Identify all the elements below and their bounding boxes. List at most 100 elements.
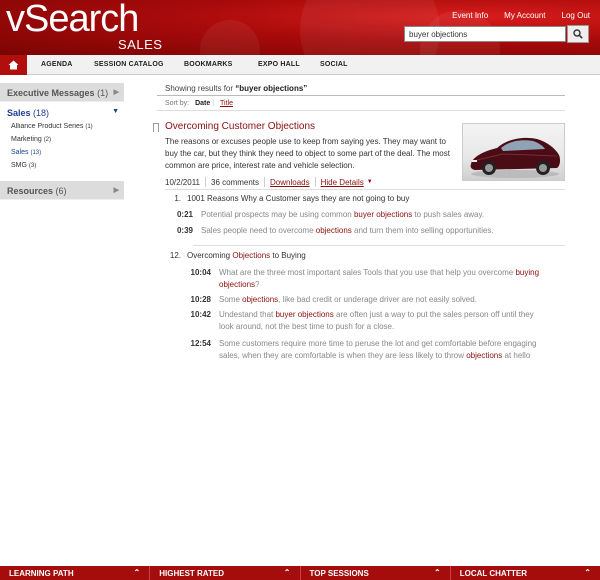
logo-sub: SALES bbox=[118, 37, 163, 52]
segment-time: 0:21 bbox=[176, 210, 193, 219]
log-out-link[interactable]: Log Out bbox=[562, 11, 590, 20]
search-input[interactable] bbox=[404, 26, 566, 42]
nav-bookmarks[interactable]: BOOKMARKS bbox=[184, 61, 232, 68]
segment-highlight: buyer objections bbox=[353, 210, 413, 219]
sidebar-item-label: Sales bbox=[7, 108, 31, 118]
logo-main: vSearch bbox=[6, 0, 139, 40]
segment-text: Sales people need to overcome bbox=[201, 226, 316, 235]
separator bbox=[264, 177, 266, 187]
sidebar-item-resources[interactable]: Resources (6) ▶ bbox=[0, 181, 124, 200]
main-nav: AGENDA SESSION CATALOG BOOKMARKS EXPO HA… bbox=[0, 55, 600, 75]
divider bbox=[157, 95, 565, 96]
sidebar-subitem-label: Alliance Product Series bbox=[11, 123, 84, 130]
segment-highlight: objections bbox=[315, 226, 352, 235]
item-title: Overcoming bbox=[187, 251, 233, 260]
segment-time: 0:39 bbox=[176, 226, 193, 235]
comments-count[interactable]: 36 comments bbox=[211, 178, 259, 187]
separator bbox=[205, 177, 206, 187]
divider bbox=[193, 245, 565, 246]
chevron-right-icon: ▶ bbox=[113, 89, 119, 96]
segment-highlight: objections bbox=[466, 351, 503, 360]
sidebar-item-label: Resources bbox=[7, 186, 54, 196]
home-button[interactable] bbox=[0, 55, 27, 75]
segment-highlight: buyer objections bbox=[275, 310, 334, 319]
sort-by-date[interactable]: Date bbox=[195, 100, 210, 107]
segment-time: 10:28 bbox=[190, 295, 211, 304]
footer-bar: LEARNING PATH ⌃ HIGHEST RATED ⌃ TOP SESS… bbox=[0, 566, 600, 580]
car-image bbox=[470, 137, 561, 178]
downloads-link[interactable]: Downloads bbox=[270, 178, 310, 187]
sidebar-subitem-marketing[interactable]: Marketing (2) bbox=[0, 136, 124, 149]
nav-expo-hall[interactable]: EXPO HALL bbox=[258, 61, 300, 68]
search-button[interactable] bbox=[567, 25, 589, 43]
sidebar: Executive Messages (1) ▶ Sales (18) ▼ Al… bbox=[0, 83, 124, 200]
item-title-highlight: Objections bbox=[232, 251, 271, 260]
sidebar-item-sales[interactable]: Sales (18) ▼ bbox=[0, 102, 124, 123]
footer-label: HIGHEST RATED bbox=[159, 569, 224, 578]
sidebar-item-label: Executive Messages bbox=[7, 88, 95, 98]
header: vSearch SALES Event Info My Account Log … bbox=[0, 0, 600, 55]
chevron-up-icon: ⌃ bbox=[133, 568, 141, 577]
divider bbox=[165, 189, 565, 190]
result-thumbnail[interactable] bbox=[462, 123, 565, 181]
nav-social[interactable]: SOCIAL bbox=[320, 61, 348, 68]
sort-controls: Sort by: Date | Title bbox=[165, 100, 233, 107]
nav-session-catalog[interactable]: SESSION CATALOG bbox=[94, 61, 164, 68]
bookmark-icon[interactable] bbox=[153, 123, 159, 132]
result-date: 10/2/2011 bbox=[165, 177, 200, 187]
sort-label: Sort by: bbox=[165, 100, 190, 107]
footer-label: LEARNING PATH bbox=[9, 569, 74, 578]
segment-time: 12:54 bbox=[190, 339, 211, 348]
sidebar-subitem-count: (13) bbox=[30, 150, 42, 156]
results-query: “buyer objections” bbox=[235, 84, 308, 93]
transcript-segment[interactable]: 10:42 Undestand that buyer objections ar… bbox=[181, 309, 561, 335]
sidebar-item-count: (6) bbox=[55, 186, 67, 196]
sidebar-subitem-smg[interactable]: SMG (3) bbox=[0, 162, 124, 175]
footer-highest-rated[interactable]: HIGHEST RATED ⌃ bbox=[150, 566, 301, 580]
sidebar-item-executive-messages[interactable]: Executive Messages (1) ▶ bbox=[0, 83, 124, 102]
footer-local-chatter[interactable]: LOCAL CHATTER ⌃ bbox=[451, 566, 600, 580]
chevron-up-icon: ⌃ bbox=[584, 568, 591, 577]
footer-learning-path[interactable]: LEARNING PATH ⌃ bbox=[0, 566, 151, 580]
sidebar-subitem-count: (1) bbox=[85, 124, 93, 130]
caret-down-icon: ▼ bbox=[366, 179, 373, 185]
hide-details-link[interactable]: Hide Details bbox=[321, 178, 364, 187]
divider bbox=[157, 110, 565, 111]
item-number: 1. bbox=[174, 194, 181, 203]
event-info-link[interactable]: Event Info bbox=[452, 11, 488, 20]
sidebar-subitem-label: SMG bbox=[11, 162, 27, 169]
transcript-segment[interactable]: 12:54 Some customers require more time t… bbox=[181, 338, 561, 364]
home-icon bbox=[8, 60, 19, 70]
segment-highlight: objections bbox=[242, 295, 279, 304]
sidebar-subitem-count: (2) bbox=[43, 137, 52, 143]
chevron-up-icon: ⌃ bbox=[434, 568, 441, 577]
transcript-segment[interactable]: 0:21 Potential prospects may be using co… bbox=[163, 209, 563, 223]
footer-label: LOCAL CHATTER bbox=[459, 569, 528, 578]
sidebar-subitem-alliance-product-series[interactable]: Alliance Product Series (1) bbox=[0, 123, 124, 136]
nav-agenda[interactable]: AGENDA bbox=[41, 61, 73, 68]
transcript-segment[interactable]: 10:04 What are the three most important … bbox=[181, 267, 561, 293]
item-number: 12. bbox=[169, 251, 181, 260]
sidebar-subitem-label: Sales bbox=[11, 149, 29, 156]
my-account-link[interactable]: My Account bbox=[504, 11, 545, 20]
results-summary: Showing results for “buyer objections” bbox=[165, 84, 307, 93]
sort-by-title[interactable]: Title bbox=[220, 100, 233, 107]
transcript-segment[interactable]: 0:39 Sales people need to overcome objec… bbox=[163, 225, 563, 239]
chevron-down-icon: ▼ bbox=[112, 108, 119, 115]
footer-top-sessions[interactable]: TOP SESSIONS ⌃ bbox=[301, 566, 451, 580]
segment-text: to push sales away. bbox=[412, 210, 485, 219]
segment-text: , like bad credit or underage driver are… bbox=[278, 295, 477, 304]
segment-text: Potential prospects may be using common bbox=[201, 210, 354, 219]
sidebar-subitem-count: (3) bbox=[28, 163, 37, 169]
segment-time: 10:42 bbox=[190, 310, 211, 319]
transcript-item-1[interactable]: 1. 1001 Reasons Why a Customer says they … bbox=[163, 194, 409, 203]
app-logo[interactable]: vSearch SALES bbox=[6, 0, 162, 52]
results-prefix: Showing results for bbox=[165, 84, 234, 93]
result-title[interactable]: Overcoming Customer Objections bbox=[165, 121, 315, 132]
transcript-segment[interactable]: 10:28 Some objections, like bad credit o… bbox=[181, 294, 561, 308]
transcript-item-12[interactable]: 12. Overcoming Objections to Buying bbox=[163, 251, 306, 260]
segment-text: and turn them into selling opportunities… bbox=[351, 226, 494, 235]
header-links: Event Info My Account Log Out bbox=[452, 11, 590, 20]
sidebar-subitem-sales[interactable]: Sales (13) bbox=[0, 149, 124, 162]
chevron-right-icon: ▶ bbox=[113, 187, 119, 194]
